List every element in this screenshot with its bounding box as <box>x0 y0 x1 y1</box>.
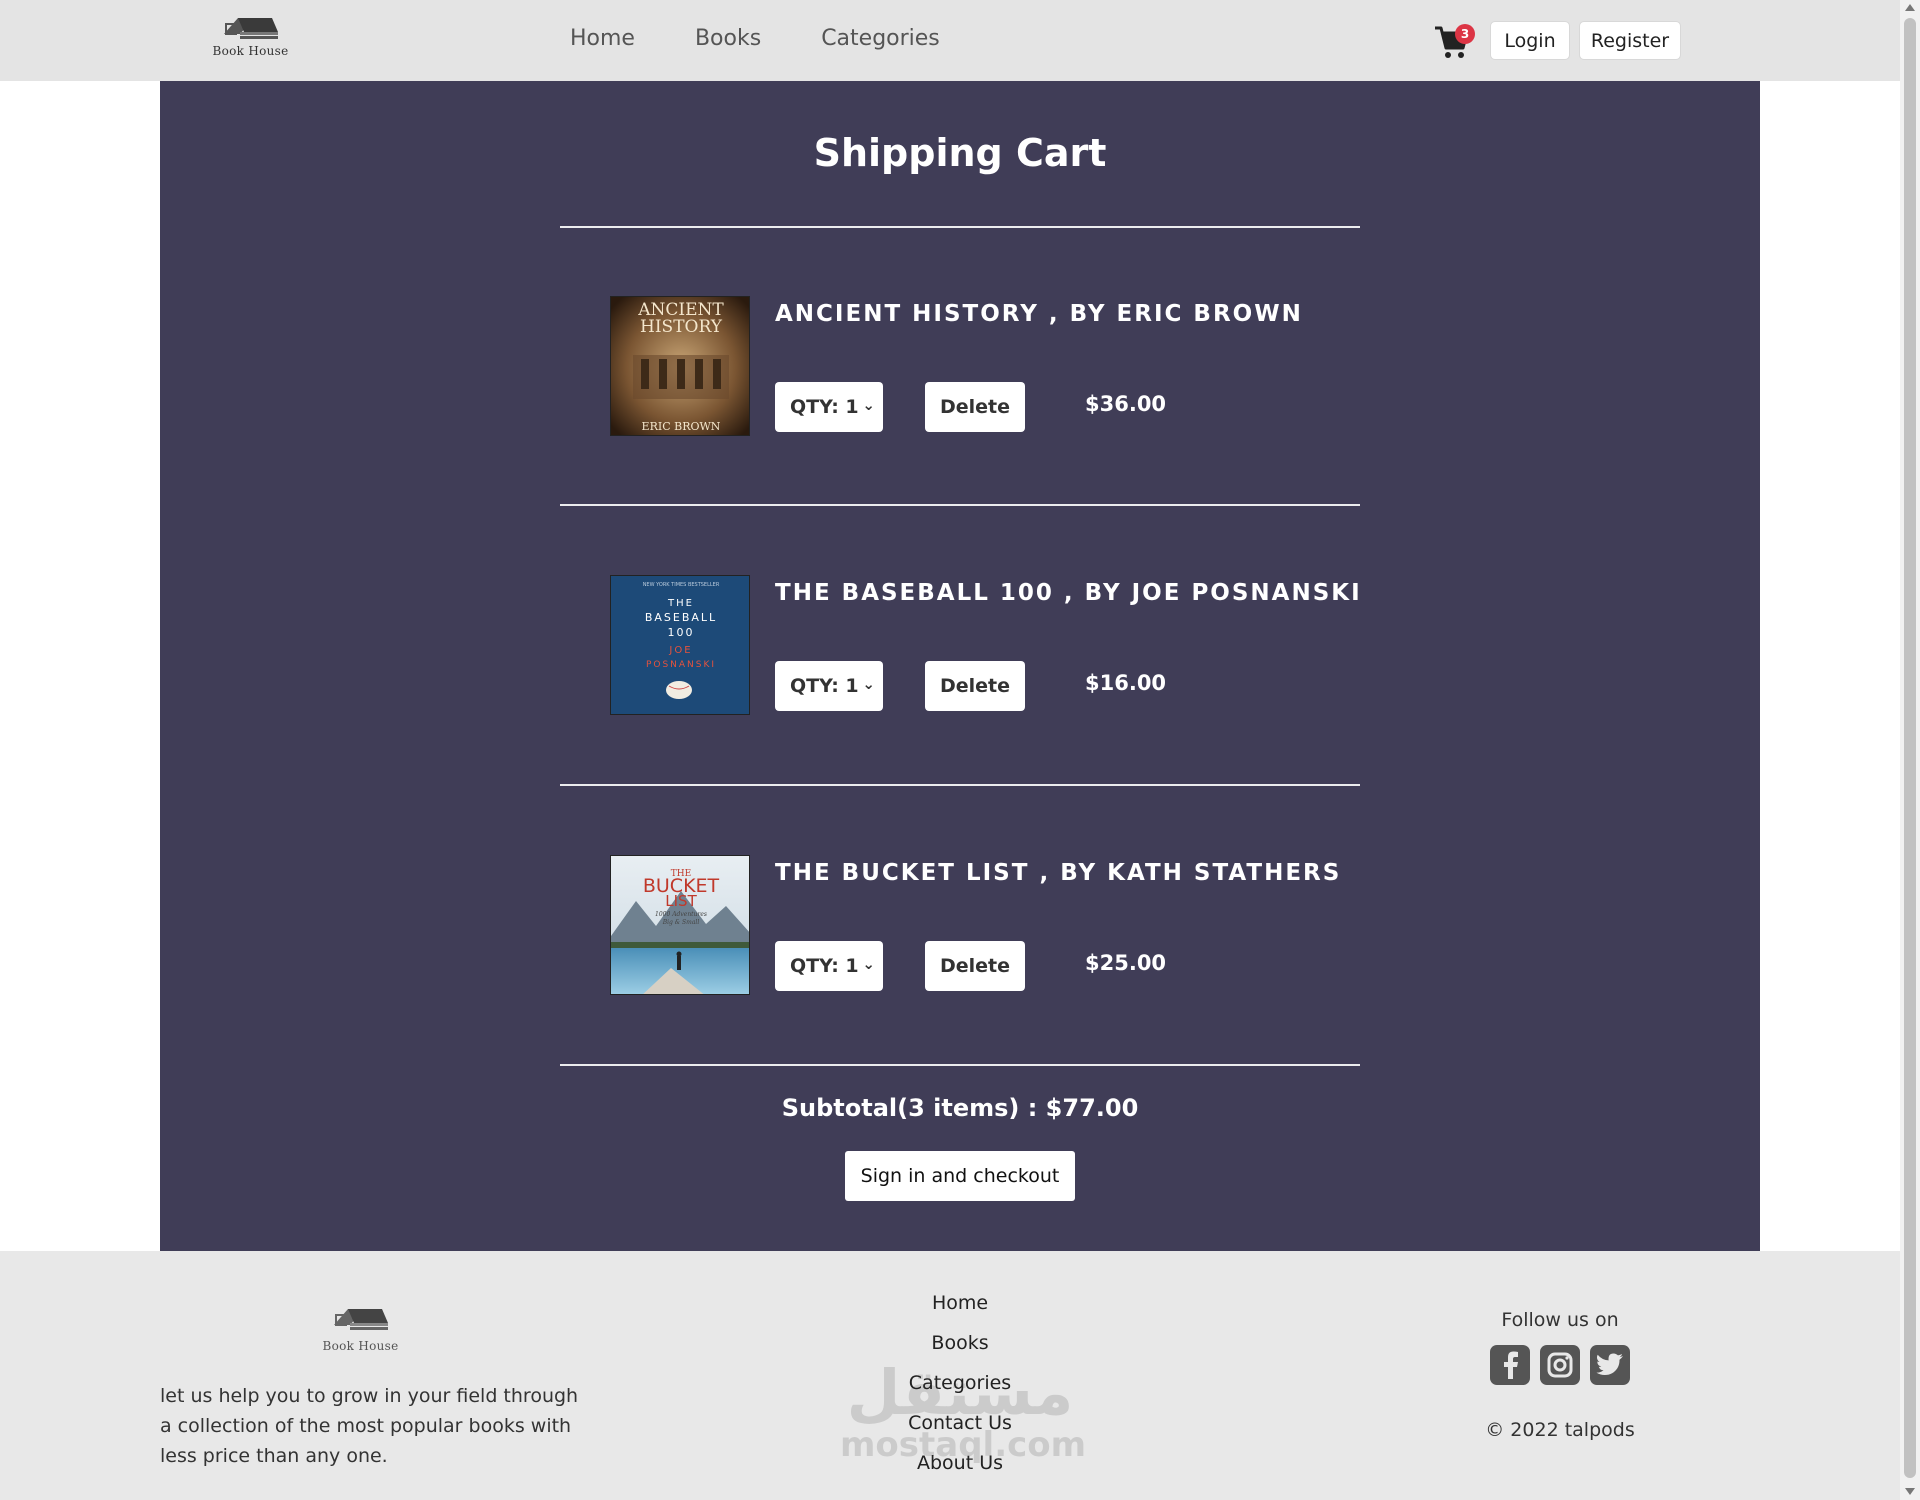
footer-link-about[interactable]: About Us <box>860 1443 1060 1483</box>
checkout-button[interactable]: Sign in and checkout <box>845 1151 1075 1201</box>
page-title: Shipping Cart <box>813 131 1107 175</box>
cart-button[interactable]: 3 <box>1433 22 1477 62</box>
item-price: $16.00 <box>1085 671 1167 695</box>
house-books-icon <box>333 1309 388 1330</box>
svg-text:LIST: LIST <box>665 892 697 910</box>
cart-item: THE BUCKET LIST 1000 Adventures Big & Sm… <box>610 855 1360 997</box>
delete-button[interactable]: Delete <box>925 941 1025 991</box>
divider <box>560 784 1360 786</box>
footer-nav: Home Books Categories Contact Us About U… <box>860 1283 1060 1483</box>
svg-text:ERIC BROWN: ERIC BROWN <box>642 420 721 433</box>
footer-about-text: let us help you to grow in your field th… <box>160 1385 579 1467</box>
delete-button[interactable]: Delete <box>925 661 1025 711</box>
book-cover-image: ANCIENT HISTORY ERIC BROWN <box>610 296 750 436</box>
house-books-icon <box>223 18 278 39</box>
cart-count-badge: 3 <box>1455 24 1475 44</box>
cart-item: NEW YORK TIMES BESTSELLER THE BASEBALL 1… <box>610 575 1360 717</box>
top-navbar: Book House Home Books Categories 3 Login… <box>0 0 1900 81</box>
book-cover-image: NEW YORK TIMES BESTSELLER THE BASEBALL 1… <box>610 575 750 715</box>
subtotal: Subtotal(3 items) : $77.00 <box>781 1094 1139 1122</box>
quantity-value: QTY: 1 <box>790 396 859 418</box>
brand-logo[interactable]: Book House <box>208 12 293 64</box>
nav-link-categories[interactable]: Categories <box>821 26 940 51</box>
quantity-select[interactable]: QTY: 1 ⌄ <box>775 941 883 991</box>
delete-button[interactable]: Delete <box>925 382 1025 432</box>
divider <box>560 1064 1360 1066</box>
svg-text:HISTORY: HISTORY <box>640 317 723 337</box>
social-links <box>1490 1345 1630 1385</box>
main-nav: Home Books Categories <box>570 26 940 51</box>
svg-text:100: 100 <box>668 626 695 639</box>
svg-text:POSNANSKI: POSNANSKI <box>646 660 716 670</box>
nav-link-books[interactable]: Books <box>695 26 761 51</box>
follow-label: Follow us on <box>1501 1309 1619 1331</box>
svg-text:JOE: JOE <box>668 645 692 656</box>
svg-text:1000 Adventures: 1000 Adventures <box>655 911 707 918</box>
scrollbar-thumb[interactable] <box>1904 18 1916 1478</box>
cart-item: ANCIENT HISTORY ERIC BROWN Ancient Histo… <box>610 296 1360 438</box>
divider <box>560 504 1360 506</box>
cart-panel: Shipping Cart ANCIENT HISTORY ERIC BROWN… <box>160 81 1760 1251</box>
quantity-value: QTY: 1 <box>790 955 859 977</box>
scroll-down-arrow-icon[interactable] <box>1905 1488 1915 1495</box>
svg-text:BASEBALL: BASEBALL <box>645 611 717 624</box>
register-button[interactable]: Register <box>1579 21 1681 60</box>
facebook-icon[interactable] <box>1490 1345 1530 1385</box>
brand-name: Book House <box>212 44 289 58</box>
footer-link-contact[interactable]: Contact Us <box>860 1403 1060 1443</box>
book-cover-image: THE BUCKET LIST 1000 Adventures Big & Sm… <box>610 855 750 995</box>
quantity-select[interactable]: QTY: 1 ⌄ <box>775 382 883 432</box>
footer-link-home[interactable]: Home <box>860 1283 1060 1323</box>
footer-link-books[interactable]: Books <box>860 1323 1060 1363</box>
nav-link-home[interactable]: Home <box>570 26 635 51</box>
svg-text:NEW YORK TIMES BESTSELLER: NEW YORK TIMES BESTSELLER <box>643 582 720 588</box>
chevron-down-icon: ⌄ <box>862 955 875 973</box>
quantity-select[interactable]: QTY: 1 ⌄ <box>775 661 883 711</box>
footer-logo[interactable]: Book House <box>318 1303 403 1353</box>
svg-text:THE: THE <box>667 598 694 609</box>
footer-brand-name: Book House <box>322 1339 399 1353</box>
instagram-icon[interactable] <box>1540 1345 1580 1385</box>
chevron-down-icon: ⌄ <box>862 396 875 414</box>
divider <box>560 226 1360 228</box>
item-title: Ancient History , by Eric Brown <box>775 301 1303 327</box>
item-price: $36.00 <box>1085 392 1167 416</box>
chevron-down-icon: ⌄ <box>862 675 875 693</box>
quantity-value: QTY: 1 <box>790 675 859 697</box>
copyright-text: © 2022 talpods <box>1485 1419 1635 1441</box>
svg-text:Big & Small: Big & Small <box>662 919 700 926</box>
twitter-icon[interactable] <box>1590 1345 1630 1385</box>
footer-link-categories[interactable]: Categories <box>860 1363 1060 1403</box>
footer: Book House let us help you to grow in yo… <box>0 1251 1900 1500</box>
vertical-scrollbar[interactable] <box>1900 0 1920 1500</box>
item-price: $25.00 <box>1085 951 1167 975</box>
login-button[interactable]: Login <box>1490 21 1570 60</box>
item-title: The Bucket List , by Kath Stathers <box>775 860 1342 886</box>
item-title: The Baseball 100 , by Joe Posnanski <box>775 580 1362 606</box>
scroll-up-arrow-icon[interactable] <box>1905 4 1915 11</box>
